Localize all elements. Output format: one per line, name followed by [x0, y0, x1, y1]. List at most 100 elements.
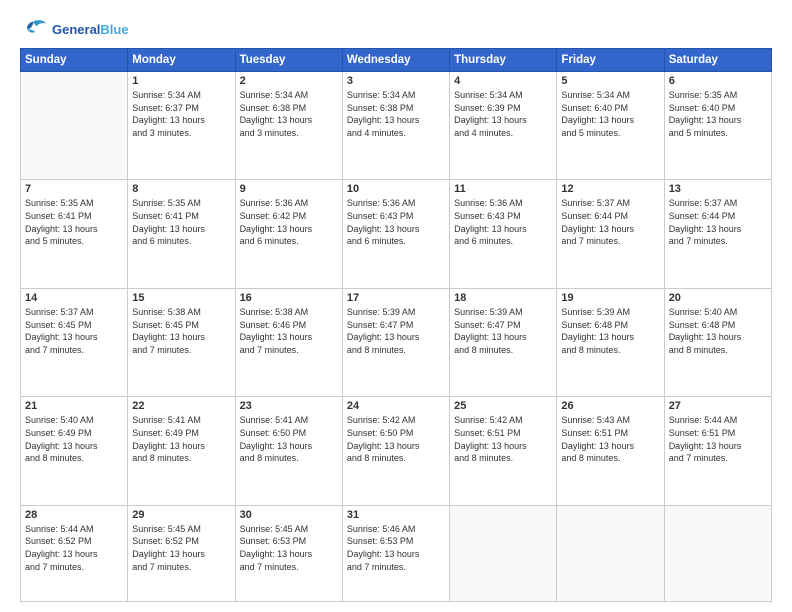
day-info: Sunrise: 5:40 AM Sunset: 6:49 PM Dayligh… [25, 414, 123, 464]
day-number: 4 [454, 75, 552, 87]
calendar-week-3: 14 Sunrise: 5:37 AM Sunset: 6:45 PM Dayli… [21, 288, 772, 396]
calendar-cell-2-6: 12 Sunrise: 5:37 AM Sunset: 6:44 PM Dayli… [557, 180, 664, 288]
day-info: Sunrise: 5:38 AM Sunset: 6:46 PM Dayligh… [240, 306, 338, 356]
calendar-cell-2-3: 9 Sunrise: 5:36 AM Sunset: 6:42 PM Daylig… [235, 180, 342, 288]
calendar-cell-5-1: 28 Sunrise: 5:44 AM Sunset: 6:52 PM Dayli… [21, 505, 128, 601]
calendar-cell-4-4: 24 Sunrise: 5:42 AM Sunset: 6:50 PM Dayli… [342, 397, 449, 505]
day-number: 18 [454, 292, 552, 304]
day-number: 25 [454, 400, 552, 412]
calendar-cell-1-5: 4 Sunrise: 5:34 AM Sunset: 6:39 PM Daylig… [450, 72, 557, 180]
weekday-header-friday: Friday [557, 49, 664, 72]
calendar-cell-2-4: 10Sunrise: 5:36 AM Sunset: 6:43 PM Dayli… [342, 180, 449, 288]
calendar-cell-5-5 [450, 505, 557, 601]
day-number: 9 [240, 183, 338, 195]
day-info: Sunrise: 5:34 AM Sunset: 6:38 PM Dayligh… [347, 89, 445, 139]
calendar-cell-5-3: 30Sunrise: 5:45 AM Sunset: 6:53 PM Dayli… [235, 505, 342, 601]
day-number: 30 [240, 509, 338, 521]
day-number: 8 [132, 183, 230, 195]
day-info: Sunrise: 5:37 AM Sunset: 6:44 PM Dayligh… [561, 197, 659, 247]
day-number: 27 [669, 400, 767, 412]
logo-text: GeneralBlue [52, 22, 129, 37]
day-number: 23 [240, 400, 338, 412]
calendar-table: SundayMondayTuesdayWednesdayThursdayFrid… [20, 48, 772, 602]
calendar-cell-2-2: 8 Sunrise: 5:35 AM Sunset: 6:41 PM Daylig… [128, 180, 235, 288]
day-info: Sunrise: 5:42 AM Sunset: 6:51 PM Dayligh… [454, 414, 552, 464]
day-number: 3 [347, 75, 445, 87]
calendar-cell-4-5: 25 Sunrise: 5:42 AM Sunset: 6:51 PM Dayli… [450, 397, 557, 505]
day-info: Sunrise: 5:40 AM Sunset: 6:48 PM Dayligh… [669, 306, 767, 356]
calendar-cell-4-7: 27 Sunrise: 5:44 AM Sunset: 6:51 PM Dayli… [664, 397, 771, 505]
day-info: Sunrise: 5:39 AM Sunset: 6:48 PM Dayligh… [561, 306, 659, 356]
calendar-cell-1-3: 2 Sunrise: 5:34 AM Sunset: 6:38 PM Daylig… [235, 72, 342, 180]
day-info: Sunrise: 5:34 AM Sunset: 6:38 PM Dayligh… [240, 89, 338, 139]
calendar-cell-2-1: 7Sunrise: 5:35 AM Sunset: 6:41 PM Daylig… [21, 180, 128, 288]
day-info: Sunrise: 5:36 AM Sunset: 6:42 PM Dayligh… [240, 197, 338, 247]
day-info: Sunrise: 5:37 AM Sunset: 6:45 PM Dayligh… [25, 306, 123, 356]
day-number: 7 [25, 183, 123, 195]
weekday-header-saturday: Saturday [664, 49, 771, 72]
day-number: 19 [561, 292, 659, 304]
calendar-cell-5-7 [664, 505, 771, 601]
calendar-cell-3-5: 18 Sunrise: 5:39 AM Sunset: 6:47 PM Dayli… [450, 288, 557, 396]
day-number: 31 [347, 509, 445, 521]
weekday-header-row: SundayMondayTuesdayWednesdayThursdayFrid… [21, 49, 772, 72]
weekday-header-wednesday: Wednesday [342, 49, 449, 72]
weekday-header-thursday: Thursday [450, 49, 557, 72]
day-number: 29 [132, 509, 230, 521]
day-info: Sunrise: 5:39 AM Sunset: 6:47 PM Dayligh… [454, 306, 552, 356]
calendar-cell-4-3: 23 Sunrise: 5:41 AM Sunset: 6:50 PM Dayli… [235, 397, 342, 505]
day-number: 16 [240, 292, 338, 304]
day-info: Sunrise: 5:43 AM Sunset: 6:51 PM Dayligh… [561, 414, 659, 464]
day-number: 14 [25, 292, 123, 304]
calendar-cell-1-7: 6 Sunrise: 5:35 AM Sunset: 6:40 PM Daylig… [664, 72, 771, 180]
day-number: 6 [669, 75, 767, 87]
day-info: Sunrise: 5:45 AM Sunset: 6:52 PM Dayligh… [132, 523, 230, 573]
day-number: 22 [132, 400, 230, 412]
calendar-week-4: 21 Sunrise: 5:40 AM Sunset: 6:49 PM Dayli… [21, 397, 772, 505]
logo: GeneralBlue [20, 18, 129, 40]
day-info: Sunrise: 5:44 AM Sunset: 6:51 PM Dayligh… [669, 414, 767, 464]
calendar-cell-3-3: 16 Sunrise: 5:38 AM Sunset: 6:46 PM Dayli… [235, 288, 342, 396]
day-number: 15 [132, 292, 230, 304]
calendar-week-5: 28 Sunrise: 5:44 AM Sunset: 6:52 PM Dayli… [21, 505, 772, 601]
day-info: Sunrise: 5:42 AM Sunset: 6:50 PM Dayligh… [347, 414, 445, 464]
calendar-cell-1-1 [21, 72, 128, 180]
calendar-cell-4-2: 22 Sunrise: 5:41 AM Sunset: 6:49 PM Dayli… [128, 397, 235, 505]
calendar-cell-3-1: 14 Sunrise: 5:37 AM Sunset: 6:45 PM Dayli… [21, 288, 128, 396]
logo-icon [20, 18, 48, 40]
day-info: Sunrise: 5:39 AM Sunset: 6:47 PM Dayligh… [347, 306, 445, 356]
day-info: Sunrise: 5:41 AM Sunset: 6:50 PM Dayligh… [240, 414, 338, 464]
day-info: Sunrise: 5:46 AM Sunset: 6:53 PM Dayligh… [347, 523, 445, 573]
day-number: 20 [669, 292, 767, 304]
calendar-cell-4-6: 26 Sunrise: 5:43 AM Sunset: 6:51 PM Dayli… [557, 397, 664, 505]
calendar-cell-5-4: 31 Sunrise: 5:46 AM Sunset: 6:53 PM Dayli… [342, 505, 449, 601]
day-info: Sunrise: 5:34 AM Sunset: 6:40 PM Dayligh… [561, 89, 659, 139]
calendar-cell-3-6: 19 Sunrise: 5:39 AM Sunset: 6:48 PM Dayli… [557, 288, 664, 396]
weekday-header-tuesday: Tuesday [235, 49, 342, 72]
day-info: Sunrise: 5:41 AM Sunset: 6:49 PM Dayligh… [132, 414, 230, 464]
day-info: Sunrise: 5:35 AM Sunset: 6:41 PM Dayligh… [132, 197, 230, 247]
day-number: 24 [347, 400, 445, 412]
day-info: Sunrise: 5:34 AM Sunset: 6:39 PM Dayligh… [454, 89, 552, 139]
calendar-cell-5-6 [557, 505, 664, 601]
day-info: Sunrise: 5:38 AM Sunset: 6:45 PM Dayligh… [132, 306, 230, 356]
calendar-cell-3-7: 20 Sunrise: 5:40 AM Sunset: 6:48 PM Dayli… [664, 288, 771, 396]
day-number: 2 [240, 75, 338, 87]
calendar-cell-4-1: 21 Sunrise: 5:40 AM Sunset: 6:49 PM Dayli… [21, 397, 128, 505]
day-info: Sunrise: 5:44 AM Sunset: 6:52 PM Dayligh… [25, 523, 123, 573]
day-number: 26 [561, 400, 659, 412]
calendar-week-2: 7 Sunrise: 5:35 AM Sunset: 6:41 PM Daylig… [21, 180, 772, 288]
day-number: 28 [25, 509, 123, 521]
day-number: 5 [561, 75, 659, 87]
day-number: 1 [132, 75, 230, 87]
calendar-cell-1-4: 3 Sunrise: 5:34 AM Sunset: 6:38 PM Daylig… [342, 72, 449, 180]
day-info: Sunrise: 5:36 AM Sunset: 6:43 PM Dayligh… [347, 197, 445, 247]
day-info: Sunrise: 5:35 AM Sunset: 6:40 PM Dayligh… [669, 89, 767, 139]
calendar-cell-2-7: 13Sunrise: 5:37 AM Sunset: 6:44 PM Dayli… [664, 180, 771, 288]
calendar-week-1: 1Sunrise: 5:34 AM Sunset: 6:37 PM Daylig… [21, 72, 772, 180]
day-number: 21 [25, 400, 123, 412]
day-number: 17 [347, 292, 445, 304]
calendar-cell-1-6: 5 Sunrise: 5:34 AM Sunset: 6:40 PM Daylig… [557, 72, 664, 180]
day-info: Sunrise: 5:36 AM Sunset: 6:43 PM Dayligh… [454, 197, 552, 247]
day-number: 12 [561, 183, 659, 195]
